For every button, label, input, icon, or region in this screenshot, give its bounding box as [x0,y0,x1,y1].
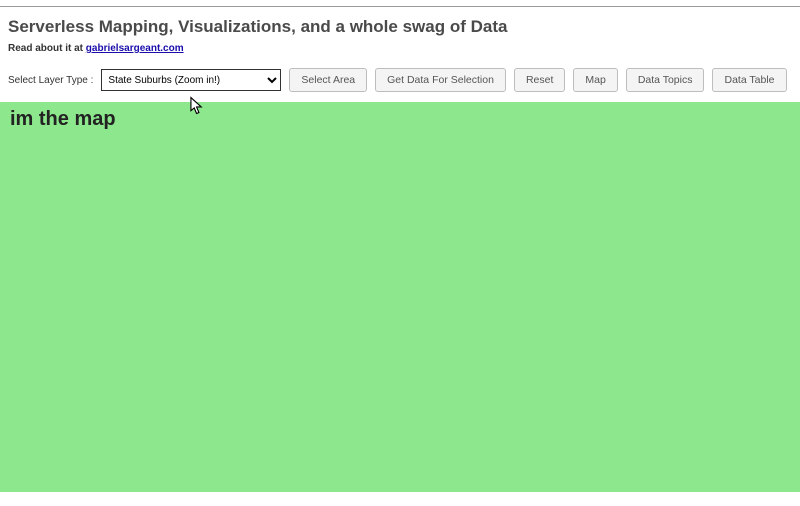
subhead-prefix: Read about it at [8,43,86,54]
reset-button[interactable]: Reset [514,68,565,92]
map-placeholder-text: im the map [0,102,800,131]
get-data-button[interactable]: Get Data For Selection [375,68,506,92]
layer-type-label: Select Layer Type : [8,75,93,86]
subhead: Read about it at gabrielsargeant.com [0,43,800,68]
map-canvas[interactable]: im the map [0,102,800,492]
data-topics-button[interactable]: Data Topics [626,68,705,92]
toolbar: Select Layer Type : State Suburbs (Zoom … [0,68,800,100]
data-table-button[interactable]: Data Table [712,68,786,92]
layer-type-select[interactable]: State Suburbs (Zoom in!) [101,69,281,91]
subhead-link[interactable]: gabrielsargeant.com [86,43,184,54]
select-area-button[interactable]: Select Area [289,68,367,92]
page-title: Serverless Mapping, Visualizations, and … [0,7,800,43]
map-button[interactable]: Map [573,68,617,92]
